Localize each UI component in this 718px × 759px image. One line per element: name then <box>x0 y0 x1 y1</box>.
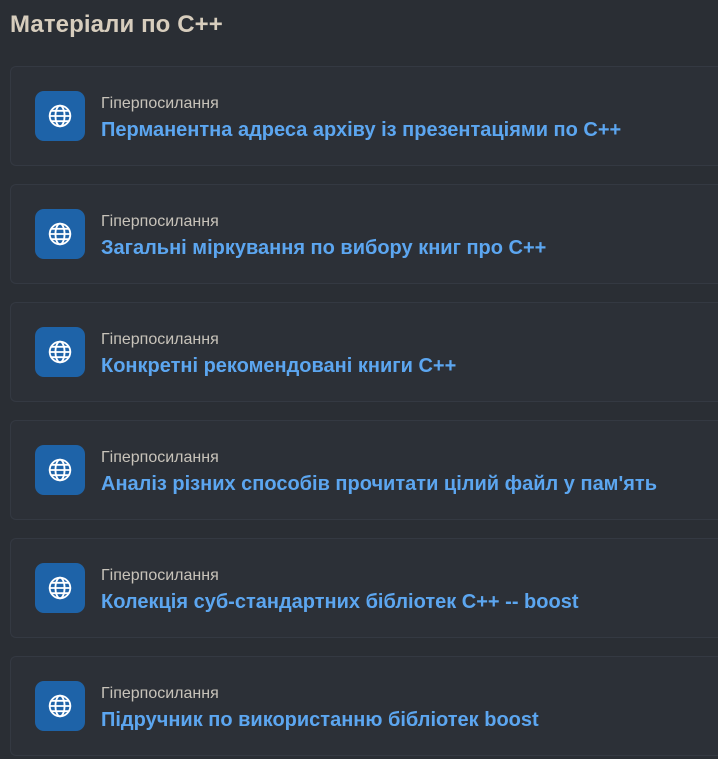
list-item: Гіперпосилання Підручник по використанню… <box>10 656 718 756</box>
globe-icon <box>48 104 72 128</box>
resource-type-label: Гіперпосилання <box>101 449 219 466</box>
resource-link[interactable]: Конкретні рекомендовані книги C++ <box>101 353 456 379</box>
url-activity-icon[interactable] <box>35 681 85 731</box>
list-item: Гіперпосилання Перманентна адреса архіву… <box>10 66 718 166</box>
url-activity-icon[interactable] <box>35 91 85 141</box>
globe-icon <box>48 576 72 600</box>
url-activity-icon[interactable] <box>35 563 85 613</box>
resource-type-label: Гіперпосилання <box>101 685 219 702</box>
resource-type-label: Гіперпосилання <box>101 95 219 112</box>
globe-icon <box>48 694 72 718</box>
url-activity-icon[interactable] <box>35 327 85 377</box>
globe-icon <box>48 222 72 246</box>
globe-icon <box>48 340 72 364</box>
resource-link[interactable]: Підручник по використанню бібліотек boos… <box>101 707 539 733</box>
resource-type-label: Гіперпосилання <box>101 567 219 584</box>
course-section: Матеріали по C++ Гіперпосилання Перманен… <box>0 0 718 759</box>
globe-icon <box>48 458 72 482</box>
list-item: Гіперпосилання Колекція суб-стандартних … <box>10 538 718 638</box>
url-activity-icon[interactable] <box>35 209 85 259</box>
resource-link[interactable]: Перманентна адреса архіву із презентація… <box>101 117 621 143</box>
resource-link[interactable]: Загальні міркування по вибору книг про C… <box>101 235 546 261</box>
resource-type-label: Гіперпосилання <box>101 213 219 230</box>
resource-link[interactable]: Аналіз різних способів прочитати цілий ф… <box>101 471 657 497</box>
section-title: Матеріали по C++ <box>10 11 223 38</box>
url-activity-icon[interactable] <box>35 445 85 495</box>
resource-type-label: Гіперпосилання <box>101 331 219 348</box>
list-item: Гіперпосилання Конкретні рекомендовані к… <box>10 302 718 402</box>
list-item: Гіперпосилання Аналіз різних способів пр… <box>10 420 718 520</box>
resource-link[interactable]: Колекція суб-стандартних бібліотек C++ -… <box>101 589 578 615</box>
list-item: Гіперпосилання Загальні міркування по ви… <box>10 184 718 284</box>
resource-list: Гіперпосилання Перманентна адреса архіву… <box>10 66 718 756</box>
